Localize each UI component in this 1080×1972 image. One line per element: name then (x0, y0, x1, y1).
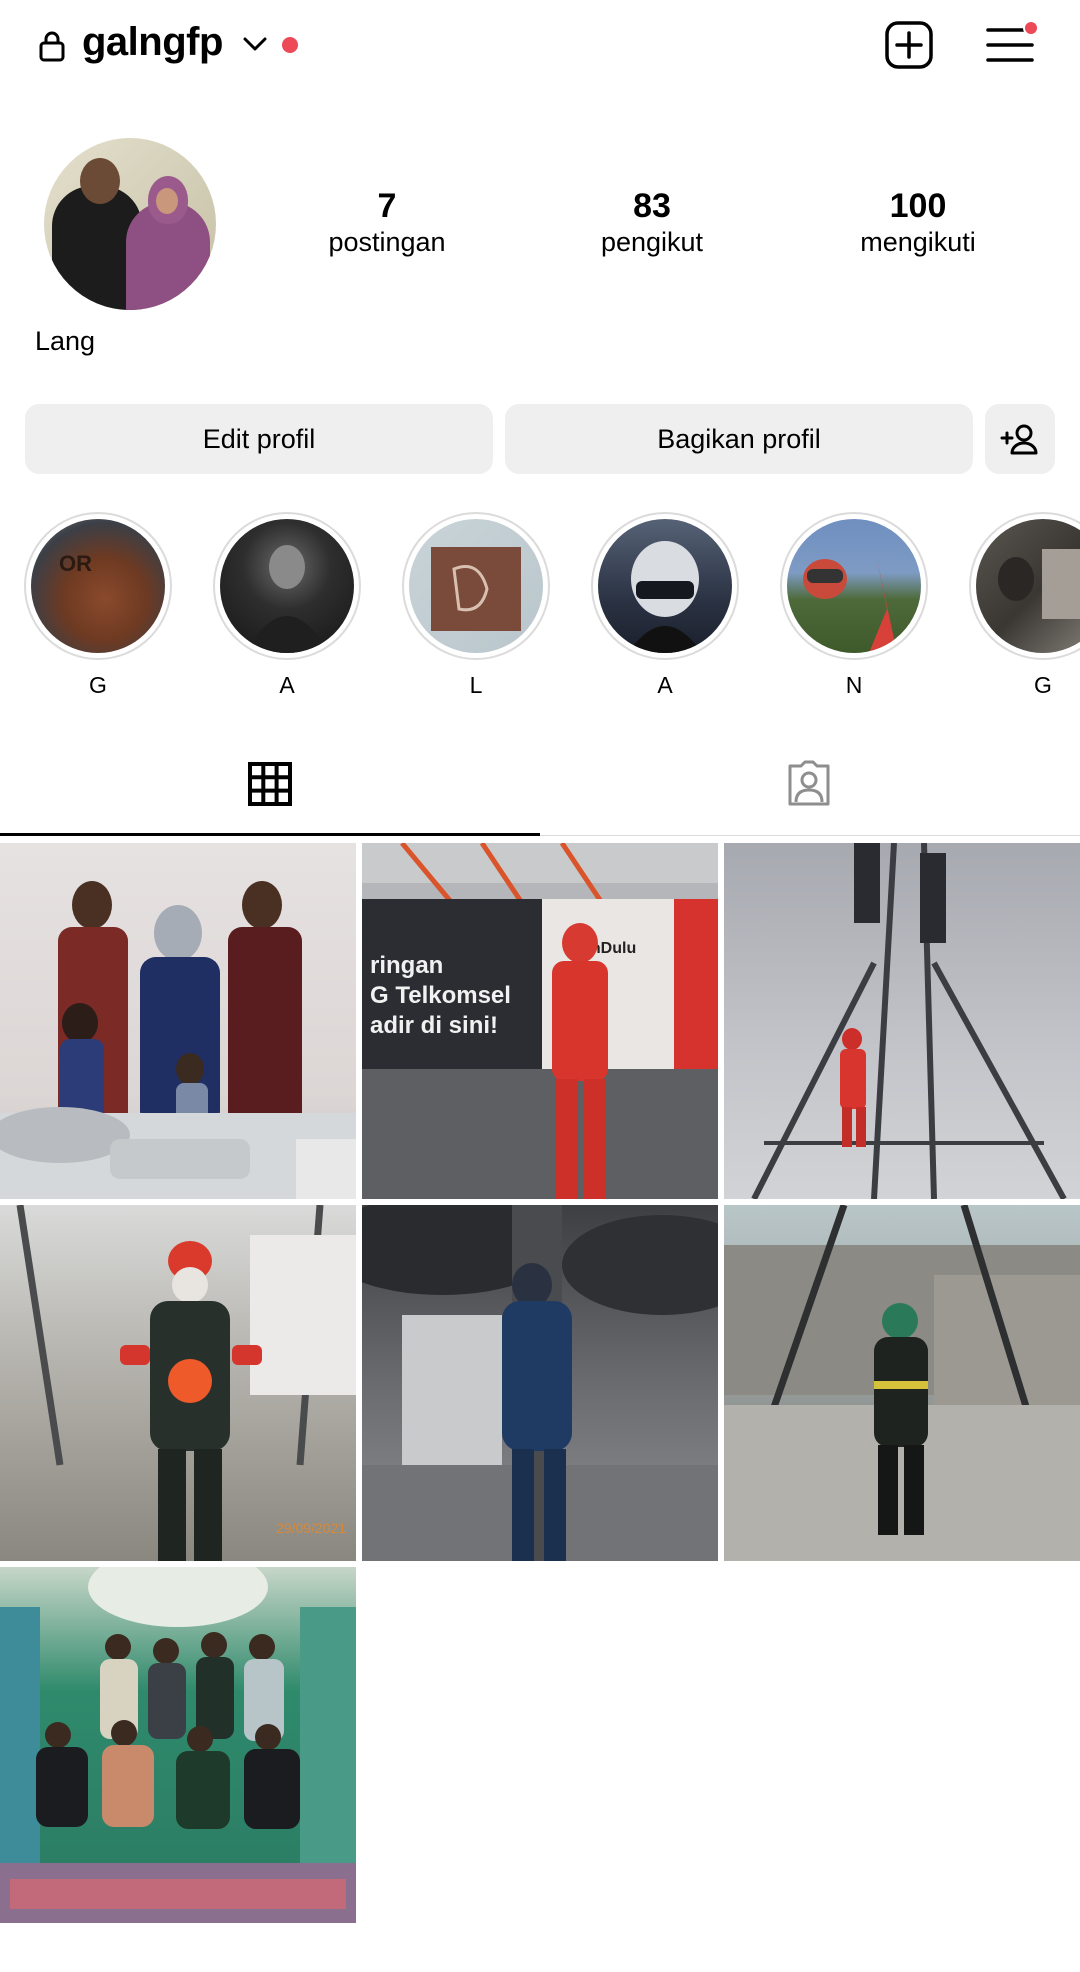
highlight-cover (787, 519, 921, 653)
highlight-item[interactable]: A (591, 512, 739, 699)
profile-tabs (0, 740, 1080, 836)
svg-text:adir di sini!: adir di sini! (370, 1012, 498, 1039)
followers-count: 83 (633, 187, 671, 225)
followers-stat[interactable]: 83 pengikut (552, 186, 752, 258)
share-profile-button[interactable]: Bagikan profil (505, 404, 973, 474)
display-name: Lang (35, 326, 96, 356)
post-image (0, 881, 356, 1199)
svg-text:G Telkomsel: G Telkomsel (370, 982, 511, 1009)
following-count: 100 (889, 187, 947, 225)
highlight-ring (780, 512, 928, 660)
grid-icon (248, 762, 292, 806)
following-label: mengikuti (860, 227, 976, 257)
followers-label: pengikut (600, 227, 704, 257)
tab-tagged[interactable] (540, 740, 1080, 836)
highlight-item[interactable]: A (213, 512, 361, 699)
username-switcher[interactable]: galngfp (82, 20, 223, 65)
highlight-item[interactable]: OR G (24, 512, 172, 699)
highlight-label: G (1034, 672, 1052, 698)
svg-text:OR: OR (59, 551, 92, 576)
posts-label: postingan (328, 227, 446, 257)
highlight-ring (213, 512, 361, 660)
highlight-item[interactable]: N (780, 512, 928, 699)
highlight-cover (598, 519, 732, 653)
highlight-cover-art (998, 549, 1080, 619)
highlight-cover (220, 519, 354, 653)
post-image (0, 1567, 356, 1923)
highlight-label: N (845, 672, 863, 698)
menu-notification-dot (1023, 20, 1039, 36)
post-thumbnail[interactable]: ringan G Telkomsel adir di sini! GinDulu (362, 843, 718, 1199)
highlight-cover-art (245, 545, 329, 653)
highlight-ring: OR (24, 512, 172, 660)
story-highlights: OR G A L A N G (0, 512, 1080, 702)
highlight-item[interactable]: L (402, 512, 550, 699)
add-person-icon (1000, 424, 1038, 455)
add-post-icon[interactable] (884, 20, 934, 70)
lock-icon (39, 31, 65, 62)
svg-text:29/09/2021: 29/09/2021 (276, 1520, 346, 1536)
highlight-ring (591, 512, 739, 660)
posts-count: 7 (377, 187, 397, 225)
post-image (362, 1205, 718, 1561)
avatar-figure-head (80, 158, 120, 204)
highlight-cover-art: OR (59, 551, 92, 576)
highlight-label: A (279, 672, 295, 698)
post-image: 29/09/2021 (16, 1205, 356, 1561)
following-stat[interactable]: 100 mengikuti (818, 186, 1018, 258)
edit-profile-button[interactable]: Edit profil (25, 404, 493, 474)
highlight-cover (976, 519, 1080, 653)
highlight-cover-art (803, 559, 897, 653)
svg-text:ringan: ringan (370, 952, 443, 979)
highlight-item[interactable]: G (969, 512, 1080, 699)
tagged-icon (788, 760, 830, 806)
post-thumbnail[interactable] (0, 1567, 356, 1923)
chevron-down-icon[interactable] (242, 34, 268, 54)
highlight-ring (969, 512, 1080, 660)
post-image: ringan G Telkomsel adir di sini! GinDulu (362, 843, 718, 1199)
posts-stat[interactable]: 7 postingan (287, 186, 487, 258)
profile-avatar[interactable] (44, 138, 216, 310)
avatar-figure-face (156, 188, 178, 214)
discover-people-button[interactable] (985, 404, 1055, 474)
highlight-ring (402, 512, 550, 660)
post-thumbnail[interactable] (724, 843, 1080, 1199)
post-image (751, 843, 1067, 1199)
top-bar: galngfp (0, 0, 1080, 92)
post-thumbnail[interactable] (0, 843, 356, 1199)
highlight-label: L (469, 672, 483, 698)
post-image (724, 1205, 1080, 1561)
notification-dot (282, 37, 298, 53)
highlight-cover (409, 519, 543, 653)
highlight-label: A (657, 672, 673, 698)
tab-posts-grid[interactable] (0, 740, 540, 836)
post-thumbnail[interactable] (724, 1205, 1080, 1561)
highlight-cover-art (431, 547, 521, 631)
post-thumbnail[interactable]: 29/09/2021 (0, 1205, 356, 1561)
highlight-label: G (89, 672, 107, 698)
highlight-cover: OR (31, 519, 165, 653)
highlight-cover-art (628, 541, 702, 653)
post-thumbnail[interactable] (362, 1205, 718, 1561)
